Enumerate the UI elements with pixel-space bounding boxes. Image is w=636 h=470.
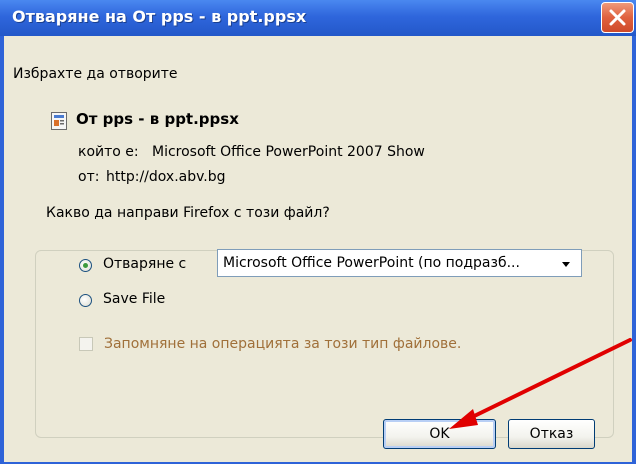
red-annotation-arrow [449,338,632,429]
annotation-arrow-head [449,409,478,429]
annotation-arrow-line [460,338,632,424]
